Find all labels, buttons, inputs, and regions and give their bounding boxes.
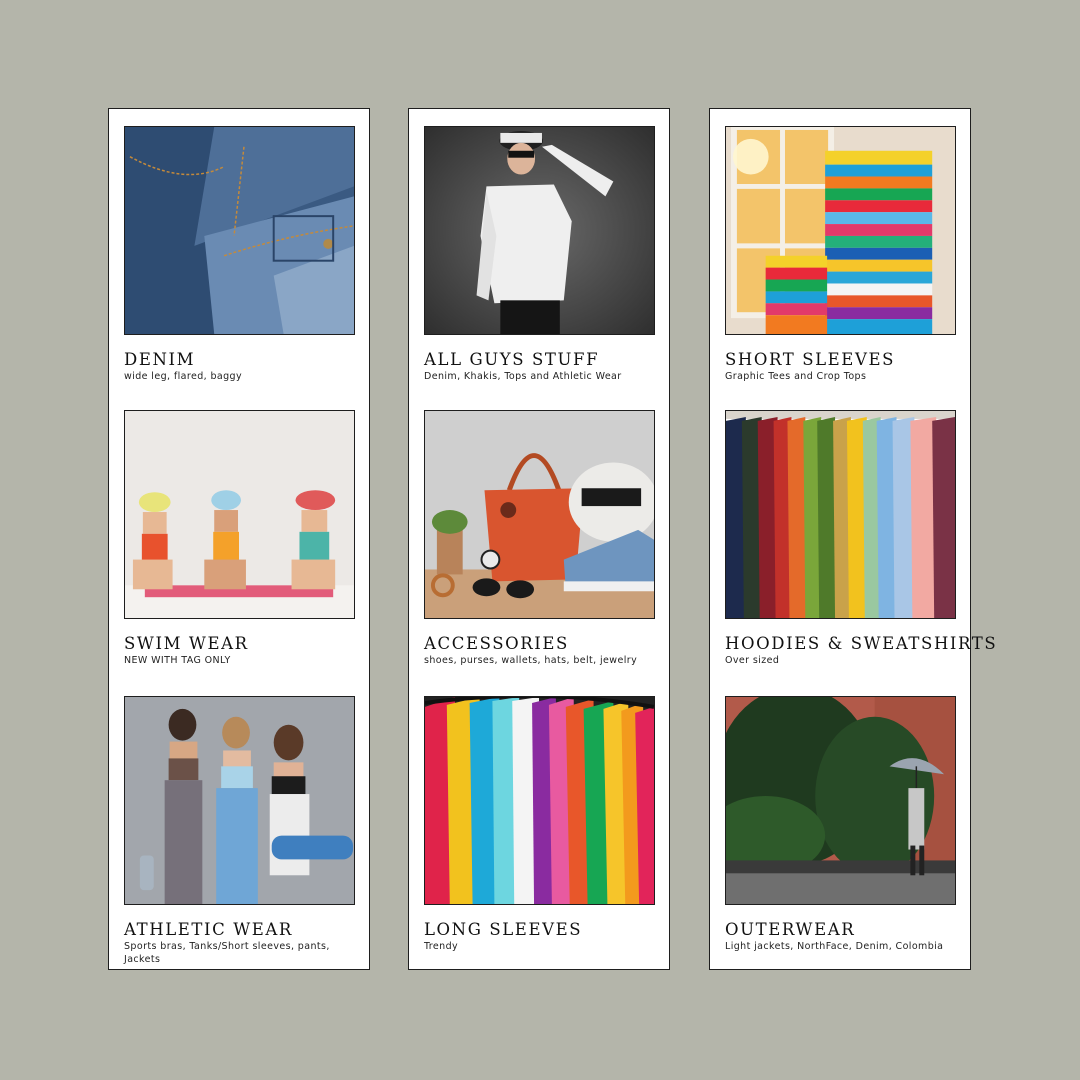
accessories-still-life-photo — [424, 410, 655, 619]
category-title: ACCESSORIES — [424, 634, 569, 653]
category-card-long-sleeves[interactable]: LONG SLEEVES Trendy — [424, 696, 655, 953]
category-subtitle: Graphic Tees and Crop Tops — [725, 371, 867, 382]
hoodies-on-rack-photo — [725, 410, 956, 619]
category-title: SWIM WEAR — [124, 634, 249, 653]
category-title: ATHLETIC WEAR — [124, 920, 293, 939]
denim-jeans-photo — [124, 126, 355, 335]
category-subtitle: Over sized — [725, 655, 780, 666]
category-subtitle: NEW WITH TAG ONLY — [124, 655, 231, 666]
category-title: DENIM — [124, 350, 196, 369]
woman-with-umbrella-photo — [725, 696, 956, 905]
category-title: ALL GUYS STUFF — [424, 350, 600, 369]
colorful-shirts-on-rack-photo — [424, 696, 655, 905]
category-card-hoodies-sweatshirts[interactable]: HOODIES & SWEATSHIRTS Over sized — [725, 410, 998, 667]
athletic-wear-models-photo — [124, 696, 355, 905]
man-in-cap-photo — [424, 126, 655, 335]
category-title: HOODIES & SWEATSHIRTS — [725, 634, 998, 653]
swimwear-models-photo — [124, 410, 355, 619]
category-subtitle: Trendy — [424, 941, 459, 952]
category-card-outerwear[interactable]: OUTERWEAR Light jackets, NorthFace, Deni… — [725, 696, 956, 953]
category-card-swim-wear[interactable]: SWIM WEAR NEW WITH TAG ONLY — [124, 410, 355, 667]
category-column-3: SHORT SLEEVES Graphic Tees and Crop Tops — [709, 108, 998, 970]
category-title: OUTERWEAR — [725, 920, 856, 939]
category-card-short-sleeves[interactable]: SHORT SLEEVES Graphic Tees and Crop Tops — [725, 126, 956, 383]
category-card-accessories[interactable]: ACCESSORIES shoes, purses, wallets, hats… — [424, 410, 655, 667]
category-subtitle: Light jackets, NorthFace, Denim, Colombi… — [725, 941, 944, 952]
category-card-athletic-wear[interactable]: ATHLETIC WEAR Sports bras, Tanks/Short s… — [124, 696, 355, 966]
category-card-all-guys-stuff[interactable]: ALL GUYS STUFF Denim, Khakis, Tops and A… — [424, 126, 655, 383]
stacked-tshirts-photo — [725, 126, 956, 335]
category-column-1: DENIM wide leg, flared, baggy SWIM WEAR … — [108, 108, 370, 970]
category-title: LONG SLEEVES — [424, 920, 583, 939]
category-title: SHORT SLEEVES — [725, 350, 896, 369]
category-subtitle: wide leg, flared, baggy — [124, 371, 243, 382]
category-column-2: ALL GUYS STUFF Denim, Khakis, Tops and A… — [408, 108, 670, 970]
category-subtitle: Sports bras, Tanks/Short sleeves, pants,… — [124, 941, 330, 965]
category-subtitle: Denim, Khakis, Tops and Athletic Wear — [424, 371, 622, 382]
category-card-denim[interactable]: DENIM wide leg, flared, baggy — [124, 126, 355, 383]
category-subtitle: shoes, purses, wallets, hats, belt, jewe… — [424, 655, 638, 666]
